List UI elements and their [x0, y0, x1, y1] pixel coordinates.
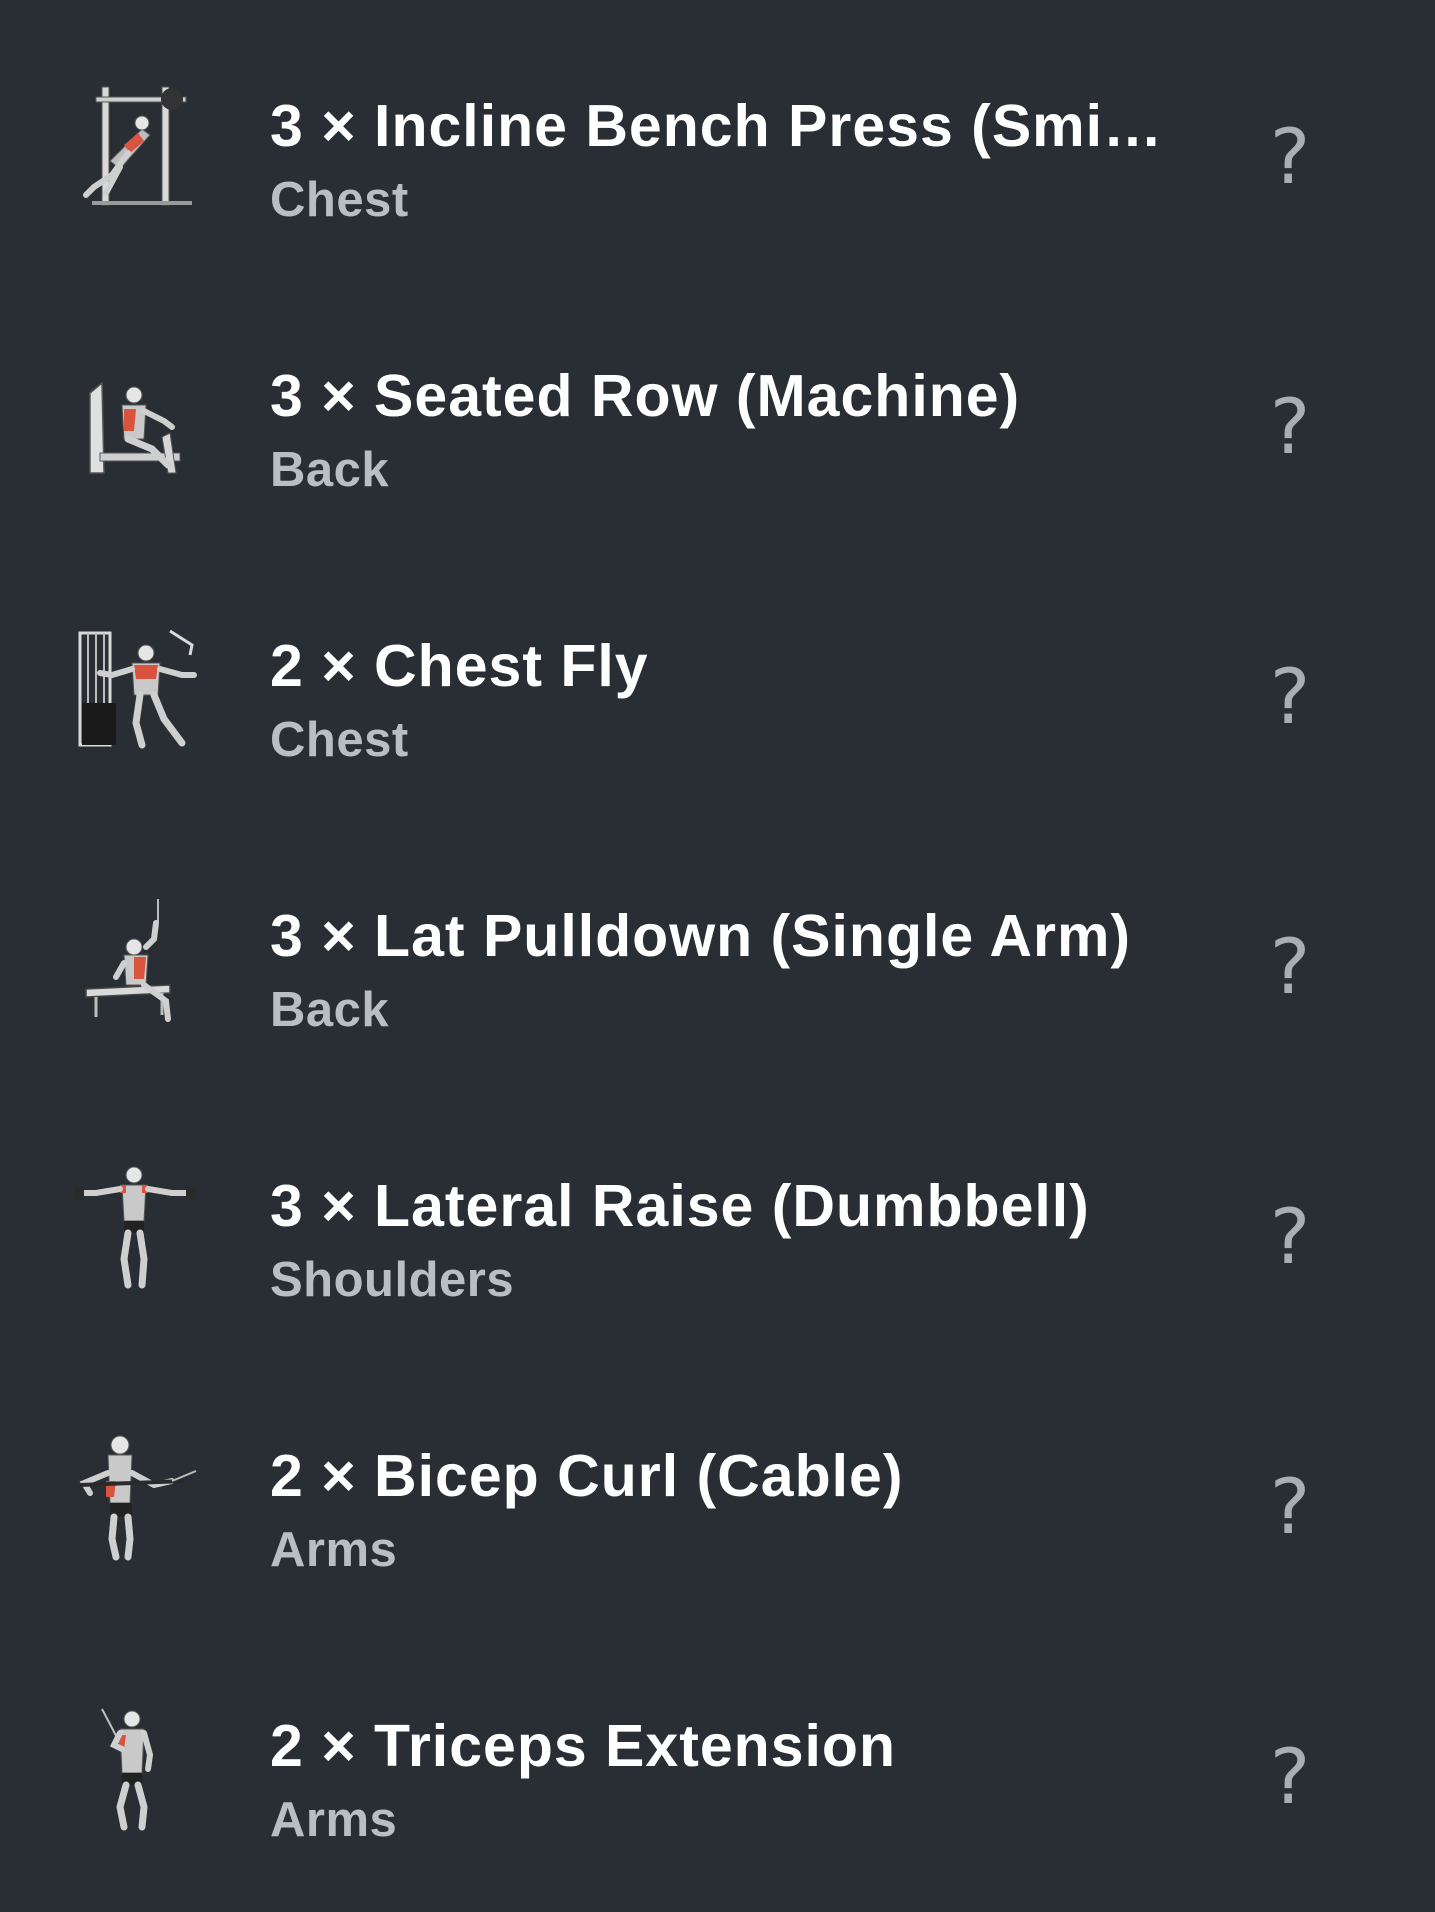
exercise-row[interactable]: 2 × Chest Fly Chest ? — [0, 540, 1435, 810]
exercise-row[interactable]: 2 × Bicep Curl (Cable) Arms ? — [0, 1350, 1435, 1620]
exercise-title: 3 × Lat Pulldown (Single Arm) — [270, 903, 1132, 969]
help-icon[interactable]: ? — [1252, 1732, 1328, 1822]
exercise-row[interactable]: 3 × Lateral Raise (Dumbbell) Shoulders ? — [0, 1080, 1435, 1350]
exercise-muscle-group: Arms — [270, 1793, 398, 1847]
exercise-title: 3 × Seated Row (Machine) — [270, 363, 1021, 429]
exercise-muscle-group: Arms — [270, 1523, 398, 1577]
cable-bicep-curl-icon — [72, 1433, 202, 1563]
exercise-muscle-group: Shoulders — [270, 1253, 515, 1307]
exercise-row[interactable]: 2 × Triceps Extension Arms ? — [0, 1620, 1435, 1890]
exercise-title: 2 × Chest Fly — [270, 633, 649, 699]
chest-fly-machine-icon — [72, 623, 202, 753]
triceps-extension-icon — [72, 1703, 202, 1833]
help-icon[interactable]: ? — [1252, 1192, 1328, 1282]
exercise-muscle-group: Chest — [270, 173, 409, 227]
incline-bench-press-smith-icon — [72, 83, 202, 213]
exercise-muscle-group: Chest — [270, 713, 409, 767]
exercise-row[interactable]: 3 × Lat Pulldown (Single Arm) Back ? — [0, 810, 1435, 1080]
help-icon[interactable]: ? — [1252, 112, 1328, 202]
seated-row-machine-icon — [72, 353, 202, 483]
exercise-title: 3 × Lateral Raise (Dumbbell) — [270, 1173, 1090, 1239]
exercise-row[interactable]: 3 × Incline Bench Press (Smit… Chest ? — [0, 0, 1435, 270]
exercise-row[interactable]: 3 × Seated Row (Machine) Back ? — [0, 270, 1435, 540]
help-icon[interactable]: ? — [1252, 652, 1328, 742]
single-arm-lat-pulldown-icon — [72, 893, 202, 1023]
help-icon[interactable]: ? — [1252, 922, 1328, 1012]
help-icon[interactable]: ? — [1252, 382, 1328, 472]
exercise-muscle-group: Back — [270, 983, 390, 1037]
exercise-title: 2 × Triceps Extension — [270, 1713, 897, 1779]
help-icon[interactable]: ? — [1252, 1462, 1328, 1552]
exercise-title: 3 × Incline Bench Press (Smit… — [270, 93, 1180, 159]
dumbbell-lateral-raise-icon — [72, 1163, 202, 1293]
exercise-list: 3 × Incline Bench Press (Smit… Chest ? 3… — [0, 0, 1435, 1912]
exercise-title: 2 × Bicep Curl (Cable) — [270, 1443, 904, 1509]
exercise-muscle-group: Back — [270, 443, 390, 497]
